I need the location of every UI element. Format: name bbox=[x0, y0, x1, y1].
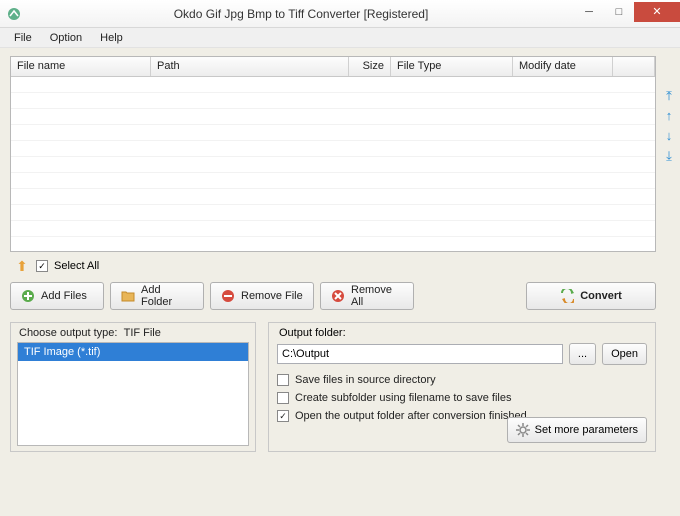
remove-file-button[interactable]: Remove File bbox=[210, 282, 314, 310]
menubar: File Option Help bbox=[0, 28, 680, 48]
output-folder-label: Output folder: bbox=[277, 327, 647, 341]
menu-file[interactable]: File bbox=[6, 30, 40, 46]
table-row bbox=[11, 221, 655, 237]
file-table: File name Path Size File Type Modify dat… bbox=[10, 56, 656, 252]
output-folder-group: Output folder: ... Open Save files in so… bbox=[268, 322, 656, 452]
output-folder-row: ... Open bbox=[277, 343, 647, 365]
table-header: File name Path Size File Type Modify dat… bbox=[11, 57, 655, 77]
titlebar: Okdo Gif Jpg Bmp to Tiff Converter [Regi… bbox=[0, 0, 680, 28]
open-after-label: Open the output folder after conversion … bbox=[295, 410, 527, 422]
folder-icon bbox=[121, 289, 135, 303]
save-source-checkbox[interactable] bbox=[277, 374, 289, 386]
col-modify[interactable]: Modify date bbox=[513, 57, 613, 76]
action-buttons: Add Files Add Folder Remove File Remove … bbox=[10, 280, 656, 318]
move-bottom-icon[interactable]: ⤓ bbox=[662, 148, 676, 162]
check-subfolder-row: Create subfolder using filename to save … bbox=[277, 389, 647, 407]
select-all-label: Select All bbox=[54, 260, 99, 272]
table-row bbox=[11, 157, 655, 173]
subfolder-label: Create subfolder using filename to save … bbox=[295, 392, 511, 404]
col-size[interactable]: Size bbox=[349, 57, 391, 76]
set-more-parameters-button[interactable]: Set more parameters bbox=[507, 417, 647, 443]
bottom-panels: Choose output type: TIF File TIF Image (… bbox=[10, 318, 656, 452]
add-folder-label: Add Folder bbox=[141, 284, 193, 308]
remove-file-label: Remove File bbox=[241, 290, 303, 302]
up-arrow-icon[interactable]: ⬆ bbox=[14, 258, 30, 274]
select-all-checkbox[interactable]: ✓ bbox=[36, 260, 48, 272]
gear-icon bbox=[516, 423, 530, 437]
add-files-button[interactable]: Add Files bbox=[10, 282, 104, 310]
table-body bbox=[11, 77, 655, 237]
open-button[interactable]: Open bbox=[602, 343, 647, 365]
table-row bbox=[11, 205, 655, 221]
maximize-button[interactable]: □ bbox=[604, 2, 634, 22]
save-source-label: Save files in source directory bbox=[295, 374, 436, 386]
content-area: ⤒ ↑ ↓ ⤓ File name Path Size File Type Mo… bbox=[0, 48, 680, 516]
browse-button[interactable]: ... bbox=[569, 343, 596, 365]
col-filetype[interactable]: File Type bbox=[391, 57, 513, 76]
menu-option[interactable]: Option bbox=[42, 30, 90, 46]
move-top-icon[interactable]: ⤒ bbox=[662, 88, 676, 102]
output-folder-input[interactable] bbox=[277, 344, 563, 364]
menu-help[interactable]: Help bbox=[92, 30, 131, 46]
table-row bbox=[11, 77, 655, 93]
remove-all-label: Remove All bbox=[351, 284, 403, 308]
set-more-label: Set more parameters bbox=[535, 424, 638, 436]
window-title: Okdo Gif Jpg Bmp to Tiff Converter [Regi… bbox=[28, 7, 574, 21]
table-row bbox=[11, 125, 655, 141]
select-all-row: ⬆ ✓ Select All bbox=[10, 252, 656, 280]
add-files-label: Add Files bbox=[41, 290, 87, 302]
minimize-button[interactable]: ─ bbox=[574, 2, 604, 22]
check-save-source-row: Save files in source directory bbox=[277, 371, 647, 389]
convert-button[interactable]: Convert bbox=[526, 282, 656, 310]
convert-icon bbox=[560, 289, 574, 303]
subfolder-checkbox[interactable] bbox=[277, 392, 289, 404]
open-after-checkbox[interactable]: ✓ bbox=[277, 410, 289, 422]
col-path[interactable]: Path bbox=[151, 57, 349, 76]
plus-icon bbox=[21, 289, 35, 303]
table-row bbox=[11, 173, 655, 189]
col-spacer bbox=[613, 57, 655, 76]
minus-icon bbox=[221, 289, 235, 303]
table-row bbox=[11, 141, 655, 157]
move-down-icon[interactable]: ↓ bbox=[662, 128, 676, 142]
window-controls: ─ □ ✕ bbox=[574, 6, 680, 22]
add-folder-button[interactable]: Add Folder bbox=[110, 282, 204, 310]
output-type-list[interactable]: TIF Image (*.tif) bbox=[17, 342, 249, 446]
output-type-label: Choose output type: TIF File bbox=[17, 327, 249, 342]
reorder-toolbar: ⤒ ↑ ↓ ⤓ bbox=[662, 88, 676, 162]
close-button[interactable]: ✕ bbox=[634, 2, 680, 22]
table-row bbox=[11, 109, 655, 125]
app-icon bbox=[0, 0, 28, 28]
table-row bbox=[11, 93, 655, 109]
list-item[interactable]: TIF Image (*.tif) bbox=[18, 343, 248, 361]
col-filename[interactable]: File name bbox=[11, 57, 151, 76]
output-type-group: Choose output type: TIF File TIF Image (… bbox=[10, 322, 256, 452]
remove-all-button[interactable]: Remove All bbox=[320, 282, 414, 310]
table-row bbox=[11, 189, 655, 205]
convert-label: Convert bbox=[580, 290, 622, 302]
x-icon bbox=[331, 289, 345, 303]
move-up-icon[interactable]: ↑ bbox=[662, 108, 676, 122]
